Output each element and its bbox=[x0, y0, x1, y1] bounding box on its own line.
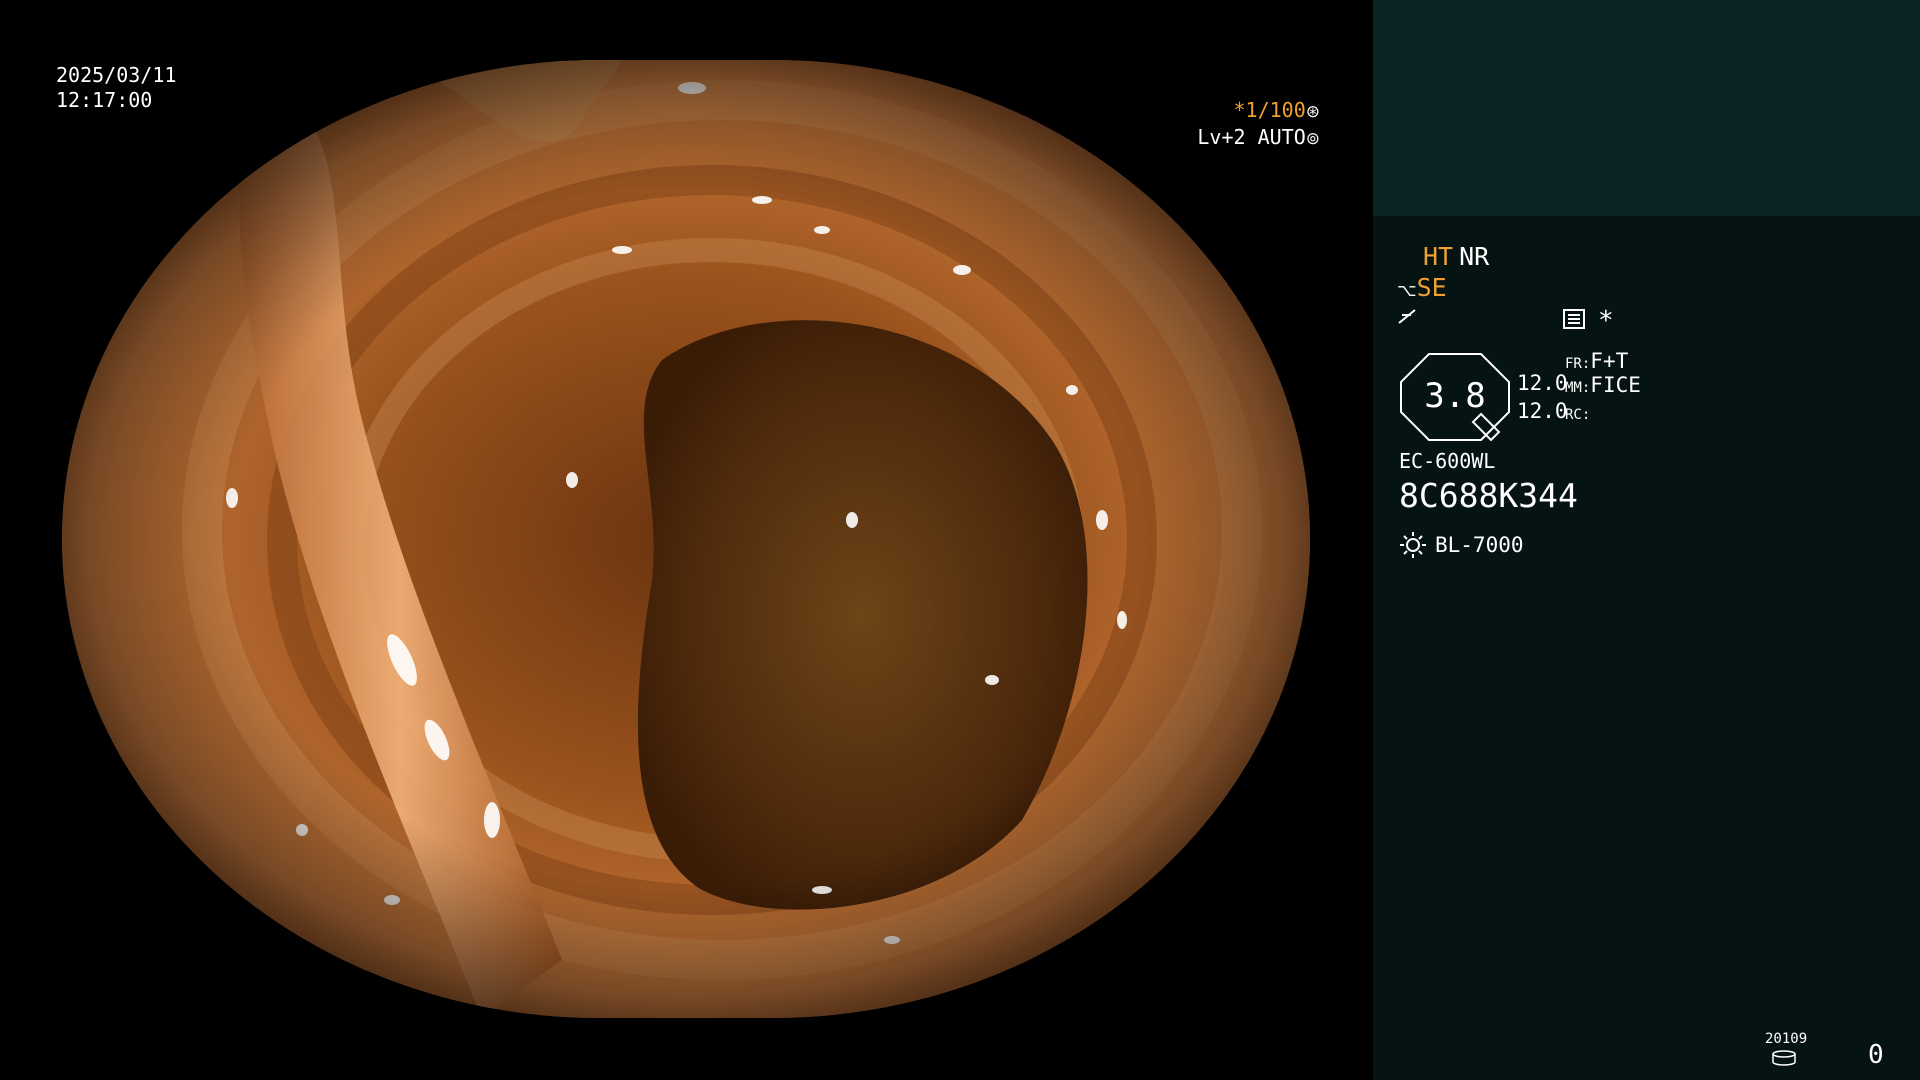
light-source-text: BL-7000 bbox=[1435, 533, 1524, 557]
se-row: ⌥SE bbox=[1397, 273, 1447, 302]
fr-row: FR:F+T bbox=[1565, 349, 1628, 373]
rc-label: RC: bbox=[1565, 407, 1591, 423]
aperture-icon: ⊛ bbox=[1305, 102, 1320, 122]
asterisk-indicator: * bbox=[1598, 306, 1614, 336]
colon-lumen-image bbox=[62, 60, 1310, 1018]
enhance-icon: ⌥ bbox=[1397, 281, 1417, 301]
rc-row: RC: bbox=[1565, 400, 1590, 424]
exposure-info: *1/100⊛ Lv+2 AUTO⊚ bbox=[1197, 98, 1320, 152]
mm-value: FICE bbox=[1590, 373, 1641, 397]
date-text: 2025/03/11 bbox=[56, 63, 177, 87]
light-source-row: BL-7000 bbox=[1399, 531, 1524, 559]
exposure-level-text: Lv+2 AUTO bbox=[1197, 125, 1306, 149]
panel-header-area bbox=[1373, 0, 1920, 216]
numeric-value-2: 12.0 bbox=[1517, 399, 1568, 423]
mm-label: MM: bbox=[1565, 380, 1591, 396]
counter-small: 20109 bbox=[1765, 1031, 1808, 1047]
mm-row: MM:FICE bbox=[1565, 373, 1641, 397]
scope-serial: 8C688K344 bbox=[1399, 476, 1578, 515]
datetime-display: 2025/03/11 12:17:00 bbox=[56, 63, 176, 113]
endoscope-image bbox=[62, 60, 1310, 1018]
mode-row: HT NR bbox=[1423, 242, 1489, 271]
mode-ht: HT bbox=[1423, 242, 1454, 271]
fr-label: FR: bbox=[1565, 356, 1591, 372]
counter-big: 0 bbox=[1868, 1040, 1884, 1070]
numeric-value-1: 12.0 bbox=[1517, 371, 1568, 395]
scope-model: EC-600WL bbox=[1399, 449, 1496, 473]
se-text: SE bbox=[1416, 273, 1447, 302]
light-bulb-icon bbox=[1400, 532, 1426, 558]
curve-icon bbox=[1397, 304, 1417, 332]
iris-icon: ⊚ bbox=[1305, 129, 1320, 149]
mode-nr: NR bbox=[1459, 242, 1490, 271]
shutter-speed-text: *1/100 bbox=[1233, 98, 1306, 122]
info-panel: HT NR ⌥SE * 3.8 12.0 12.0 FR:F+T MM:FICE… bbox=[1373, 0, 1920, 1080]
time-text: 12:17:00 bbox=[56, 88, 153, 112]
value-gauge: 3.8 bbox=[1399, 352, 1511, 442]
settings-list-icon bbox=[1563, 309, 1585, 333]
endoscopy-monitor: 2025/03/11 12:17:00 *1/100⊛ Lv+2 AUTO⊚ H… bbox=[0, 0, 1920, 1080]
storage-drive-icon bbox=[1771, 1050, 1797, 1070]
fr-value: F+T bbox=[1590, 349, 1629, 373]
gauge-value: 3.8 bbox=[1424, 376, 1486, 416]
